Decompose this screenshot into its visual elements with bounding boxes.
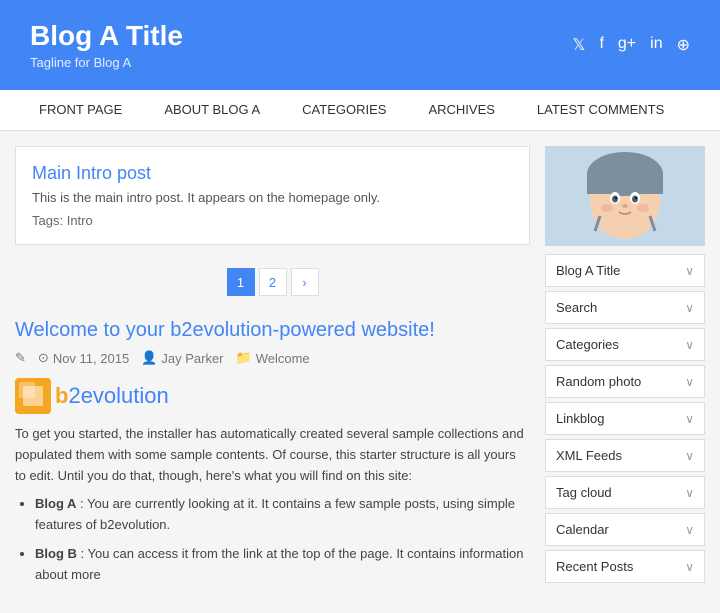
sidebar-widget-linkblog: Linkblog ∨ [545,402,705,435]
folder-icon: 📁 [236,350,252,366]
post-body: To get you started, the installer has au… [15,424,530,586]
content-area: Main Intro post This is the main intro p… [15,146,530,598]
user-icon: 👤 [141,350,157,366]
chevron-down-icon: ∨ [685,523,694,537]
sidebar-widget-random-photo-header[interactable]: Random photo ∨ [546,366,704,397]
sidebar-widget-random-photo: Random photo ∨ [545,365,705,398]
sidebar-widget-tag-cloud: Tag cloud ∨ [545,476,705,509]
list-item: Blog B : You can access it from the link… [35,544,530,586]
twitter-icon[interactable]: 𝕏 [573,35,586,55]
chevron-down-icon: ∨ [685,412,694,426]
widget-label: Search [556,300,597,315]
header-branding: Blog A Title Tagline for Blog A [30,20,183,70]
tags-value: Intro [67,213,93,228]
chevron-down-icon: ∨ [685,301,694,315]
nav-categories[interactable]: CATEGORIES [283,90,405,130]
clock-icon: ⊙ [38,350,49,366]
tags-label: Tags: [32,213,63,228]
main-layout: Main Intro post This is the main intro p… [0,131,720,613]
sidebar-photo-widget [545,146,705,246]
intro-post-body: This is the main intro post. It appears … [32,190,513,205]
chevron-down-icon: ∨ [685,375,694,389]
page-next-button[interactable]: › [291,268,319,296]
widget-label: Calendar [556,522,609,537]
sidebar: Blog A Title ∨ Search ∨ Categories ∨ Ran… [545,146,705,598]
sidebar-widget-recent-posts: Recent Posts ∨ [545,550,705,583]
chevron-down-icon: ∨ [685,449,694,463]
linkedin-icon[interactable]: in [650,35,662,55]
widget-label: XML Feeds [556,448,622,463]
sidebar-photo-image [545,146,705,246]
post-author: 👤 Jay Parker [141,350,223,366]
sidebar-widget-tag-cloud-header[interactable]: Tag cloud ∨ [546,477,704,508]
logo-text: b2evolution [55,383,169,409]
chevron-down-icon: ∨ [685,560,694,574]
sidebar-widget-blog-title-header[interactable]: Blog A Title ∨ [546,255,704,286]
sidebar-widget-categories-header[interactable]: Categories ∨ [546,329,704,360]
b2evo-logo: b2evolution [15,378,530,414]
widget-label: Recent Posts [556,559,633,574]
social-icons: 𝕏 f g+ in ⊕ [573,35,690,55]
post-intro-text: To get you started, the installer has au… [15,424,530,486]
header: Blog A Title Tagline for Blog A 𝕏 f g+ i… [0,0,720,90]
chevron-down-icon: ∨ [685,264,694,278]
facebook-icon[interactable]: f [599,35,603,55]
widget-label: Categories [556,337,619,352]
intro-post-box: Main Intro post This is the main intro p… [15,146,530,245]
sidebar-widget-recent-posts-header[interactable]: Recent Posts ∨ [546,551,704,582]
list-item: Blog A : You are currently looking at it… [35,494,530,536]
post-meta: ✎ ⊙ Nov 11, 2015 👤 Jay Parker 📁 Welcome [15,350,530,366]
page-1-button[interactable]: 1 [227,268,255,296]
post-title: Welcome to your b2evolution-powered webs… [15,319,530,342]
site-title: Blog A Title [30,20,183,52]
list-item-b-text: : You can access it from the link at the… [35,546,524,582]
page-2-button[interactable]: 2 [259,268,287,296]
sidebar-widget-xml-feeds-header[interactable]: XML Feeds ∨ [546,440,704,471]
chevron-down-icon: ∨ [685,486,694,500]
post-date: ⊙ Nov 11, 2015 [38,350,129,366]
flickr-icon[interactable]: ⊕ [677,35,690,55]
intro-post-tags: Tags: Intro [32,213,513,228]
list-item-b-name: Blog B [35,546,77,561]
nav-front-page[interactable]: FRONT PAGE [20,90,141,130]
nav-about[interactable]: ABOUT BLOG A [145,90,279,130]
nav-latest-comments[interactable]: LATEST COMMENTS [518,90,683,130]
chevron-down-icon: ∨ [685,338,694,352]
main-nav: FRONT PAGE ABOUT BLOG A CATEGORIES ARCHI… [0,90,720,131]
sidebar-widget-calendar: Calendar ∨ [545,513,705,546]
widget-label: Linkblog [556,411,604,426]
logo-box-icon [15,378,51,414]
post-category: 📁 Welcome [236,350,310,366]
sidebar-widget-blog-title: Blog A Title ∨ [545,254,705,287]
logo-2evo: 2evolution [68,383,168,408]
list-item-a-name: Blog A [35,496,76,511]
widget-label: Tag cloud [556,485,612,500]
edit-icon[interactable]: ✎ [15,350,26,366]
sidebar-widget-calendar-header[interactable]: Calendar ∨ [546,514,704,545]
post-list: Blog A : You are currently looking at it… [35,494,530,585]
list-item-a-text: : You are currently looking at it. It co… [35,496,515,532]
sidebar-widget-search: Search ∨ [545,291,705,324]
pagination: 1 2 › [15,260,530,304]
sidebar-widget-linkblog-header[interactable]: Linkblog ∨ [546,403,704,434]
googleplus-icon[interactable]: g+ [618,35,636,55]
sidebar-widget-xml-feeds: XML Feeds ∨ [545,439,705,472]
sidebar-widget-search-header[interactable]: Search ∨ [546,292,704,323]
widget-label: Blog A Title [556,263,620,278]
nav-archives[interactable]: ARCHIVES [409,90,513,130]
intro-post-title: Main Intro post [32,163,513,184]
logo-b: b [55,383,68,408]
site-tagline: Tagline for Blog A [30,55,183,70]
widget-label: Random photo [556,374,641,389]
sidebar-widget-categories: Categories ∨ [545,328,705,361]
